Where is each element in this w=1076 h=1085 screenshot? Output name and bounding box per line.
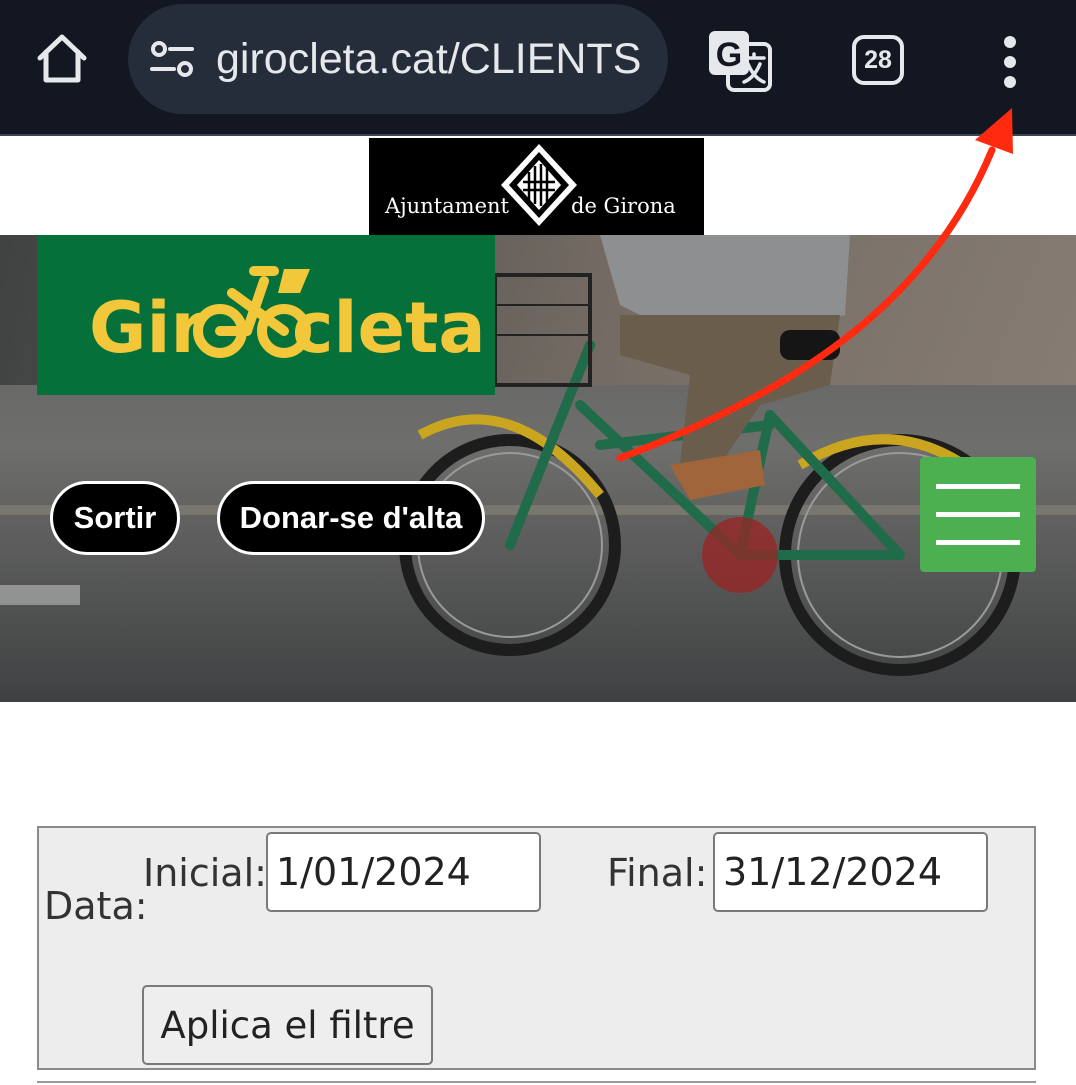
end-date-input[interactable] xyxy=(713,832,988,912)
donar-alta-button[interactable]: Donar-se d'alta xyxy=(217,481,485,555)
home-button[interactable] xyxy=(30,26,94,90)
logo-text-cleta: cleta xyxy=(292,287,486,369)
menu-dot xyxy=(1004,76,1016,88)
tab-switcher-button[interactable]: 28 xyxy=(852,35,904,85)
tune-icon[interactable] xyxy=(148,35,196,83)
url-text: girocleta.cat/CLIENTS xyxy=(216,34,642,83)
start-date-input[interactable] xyxy=(266,832,541,912)
menu-dot xyxy=(1004,56,1016,68)
browser-toolbar: girocleta.cat/CLIENTS G 28 xyxy=(0,0,1076,136)
girocleta-logo[interactable]: Gir cleta xyxy=(37,235,495,395)
ajuntament-text: Ajuntament xyxy=(385,194,509,218)
girona-seal-icon xyxy=(501,144,577,226)
sortir-button[interactable]: Sortir xyxy=(50,481,180,555)
end-date-label: Final: xyxy=(607,851,708,895)
menu-bar xyxy=(936,512,1020,517)
address-bar[interactable]: girocleta.cat/CLIENTS xyxy=(128,4,668,114)
start-date-label: Inicial: xyxy=(143,851,267,895)
menu-dot xyxy=(1004,36,1016,48)
apply-filter-button[interactable]: Aplica el filtre xyxy=(142,985,433,1065)
ajuntament-logo: Ajuntament de Girona xyxy=(369,138,704,235)
data-label: Data: xyxy=(44,884,148,928)
translate-button[interactable]: G xyxy=(706,28,774,94)
logo-text-gir: Gir xyxy=(89,287,205,369)
de-girona-text: de Girona xyxy=(571,194,676,218)
translate-icon: G xyxy=(709,31,772,92)
more-vert-icon[interactable] xyxy=(990,32,1030,92)
divider xyxy=(37,1081,1036,1083)
home-icon xyxy=(37,34,87,83)
svg-text:G: G xyxy=(716,36,742,74)
date-filter-form: Data: Inicial: Final: Aplica el filtre xyxy=(37,826,1036,1070)
hamburger-menu-icon[interactable] xyxy=(920,457,1036,572)
menu-bar xyxy=(936,484,1020,489)
menu-bar xyxy=(936,540,1020,545)
